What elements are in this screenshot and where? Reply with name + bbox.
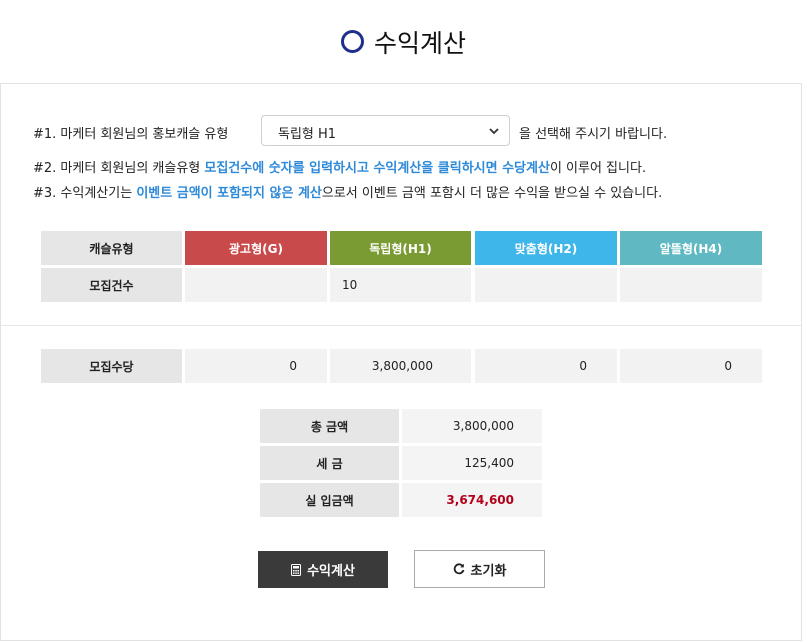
allowance-value-independent: 3,800,000 [330, 349, 471, 383]
type-header-independent: 독립형(H1) [330, 231, 471, 265]
count-input-ad[interactable] [185, 268, 327, 302]
row-header-allowance: 모집수당 [41, 349, 182, 383]
intro-line-2-highlight: 모집건수에 숫자를 입력하시고 수익계산을 클릭하시면 수당계산 [204, 161, 550, 176]
intro-line-3: #3. 수익계산기는 이벤트 금액이 포함되지 않은 계산으로서 이벤트 금액 … [33, 186, 663, 201]
chevron-down-icon [489, 128, 499, 135]
section-divider [1, 325, 801, 326]
castle-type-select-value: 독립형 H1 [278, 127, 337, 142]
type-header-custom: 맞춤형(H2) [475, 231, 617, 265]
calculate-button[interactable]: 수익계산 [258, 551, 388, 588]
allowance-value-custom: 0 [475, 349, 617, 383]
net-value: 3,674,600 [402, 483, 542, 517]
allowance-value-ad: 0 [185, 349, 327, 383]
tax-label: 세 금 [260, 446, 399, 480]
page-title: 수익계산 [0, 24, 807, 60]
count-input-independent[interactable]: 10 [330, 268, 471, 302]
row-header-castle-type: 캐슬유형 [41, 231, 182, 265]
reset-button[interactable]: 초기화 [414, 550, 545, 588]
calculator-icon [291, 563, 302, 576]
refresh-icon [453, 563, 464, 575]
intro-line-3-highlight: 이벤트 금액이 포함되지 않은 계산 [136, 186, 322, 201]
allowance-value-economy: 0 [620, 349, 762, 383]
circle-outline-icon [340, 30, 364, 53]
type-header-economy: 알뜰형(H4) [620, 231, 762, 265]
total-label: 총 금액 [260, 409, 399, 443]
total-value: 3,800,000 [402, 409, 542, 443]
intro-line-2: #2. 마케터 회원님의 캐슬유형 모집건수에 숫자를 입력하시고 수익계산을 … [33, 161, 647, 176]
count-input-custom[interactable] [475, 268, 617, 302]
row-header-count: 모집건수 [41, 268, 182, 302]
castle-type-select[interactable]: 독립형 H1 [261, 115, 510, 146]
intro-line-1: #1. 마케터 회원님의 홍보캐슬 유형 [33, 127, 229, 142]
count-input-economy[interactable] [620, 268, 762, 302]
type-header-ad: 광고형(G) [185, 231, 327, 265]
calculator-panel: #1. 마케터 회원님의 홍보캐슬 유형 독립형 H1 을 선택해 주시기 바랍… [0, 83, 802, 641]
net-label: 실 입금액 [260, 483, 399, 517]
intro-line-1-suffix: 을 선택해 주시기 바랍니다. [519, 127, 668, 142]
tax-value: 125,400 [402, 446, 542, 480]
page-header: 수익계산 [0, 0, 807, 84]
